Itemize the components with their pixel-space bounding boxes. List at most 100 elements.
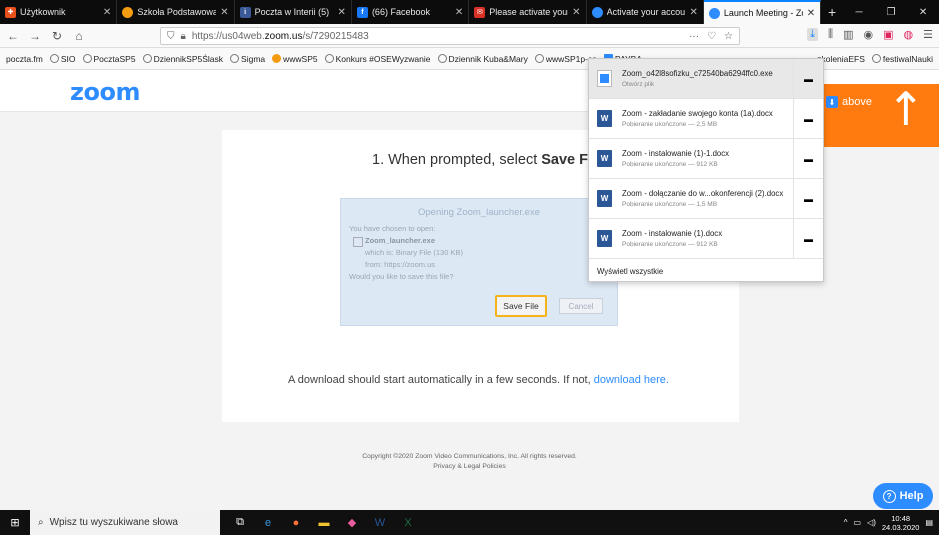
firefox-icon[interactable]: ● bbox=[282, 510, 310, 535]
menu-icon[interactable]: ☰ bbox=[923, 28, 933, 41]
network-icon[interactable]: ▭ bbox=[854, 518, 862, 527]
maximize-button[interactable]: ❐ bbox=[875, 0, 907, 24]
word-file-icon: W bbox=[597, 230, 612, 247]
clock[interactable]: 10:48 24.03.2020 bbox=[882, 514, 920, 532]
tab-bar: ✚Użytkownik✕ Szkoła Podstawowa nr 5✕ iPo… bbox=[0, 0, 939, 24]
bookmark-item[interactable]: SIO bbox=[49, 54, 76, 64]
close-tab-icon[interactable]: ✕ bbox=[220, 7, 228, 18]
zoom-icon bbox=[708, 7, 720, 19]
notification-icon[interactable]: ▤ bbox=[925, 518, 933, 527]
banner-label: ⬇ above bbox=[826, 96, 872, 108]
minimize-button[interactable]: ─ bbox=[843, 0, 875, 24]
tab-please-activate[interactable]: ✉Please activate your Zoom✕ bbox=[469, 0, 587, 24]
globe-icon bbox=[142, 54, 152, 63]
word-file-icon: W bbox=[597, 190, 612, 207]
tab-szkola[interactable]: Szkoła Podstawowa nr 5✕ bbox=[117, 0, 235, 24]
back-button[interactable]: ← bbox=[6, 29, 20, 43]
url-bar[interactable]: ⛉ 🔒︎ https://us04web.zoom.us/s/729021548… bbox=[160, 27, 740, 45]
step1-instruction: 1. When prompted, select Save File. bbox=[372, 152, 609, 168]
cancel-button: Cancel bbox=[559, 298, 603, 314]
mail-icon: ✉ bbox=[474, 6, 486, 18]
taskbar-search-input[interactable]: ⌕ Wpisz tu wyszukiwane słowa bbox=[30, 510, 220, 535]
folder-icon[interactable]: ▬ bbox=[793, 99, 823, 138]
facebook-icon: f bbox=[356, 6, 368, 18]
download-item[interactable]: W Zoom - zakładanie swojego konta (1a).d… bbox=[589, 99, 823, 139]
chevron-up-icon[interactable]: ^ bbox=[844, 518, 848, 527]
word-file-icon: W bbox=[597, 110, 612, 127]
close-tab-icon[interactable]: ✕ bbox=[338, 7, 346, 18]
favicon-icon: ✚ bbox=[5, 6, 16, 18]
file-explorer-icon[interactable]: ▬ bbox=[310, 510, 338, 535]
globe-icon bbox=[437, 54, 447, 63]
download-item[interactable]: W Zoom - dołączanie do w...okonferencji … bbox=[589, 179, 823, 219]
folder-icon[interactable]: ▬ bbox=[793, 139, 823, 178]
page-actions-button[interactable]: ··· bbox=[689, 31, 699, 42]
navigation-bar: ← → ↻ ⌂ ⛉ 🔒︎ https://us04web.zoom.us/s/7… bbox=[0, 24, 939, 48]
save-file-button: Save File bbox=[495, 295, 547, 317]
url-text: https://us04web.zoom.us/s/7290215483 bbox=[191, 30, 369, 42]
forward-button[interactable]: → bbox=[28, 29, 42, 43]
bookmark-item[interactable]: DziennikSP5Ślask bbox=[142, 54, 223, 64]
tab-launch-meeting[interactable]: Launch Meeting - Zoom✕ bbox=[703, 0, 822, 24]
download-item[interactable]: W Zoom - instalowanie (1)-1.docx Pobieran… bbox=[589, 139, 823, 179]
task-view-icon[interactable]: ⧉ bbox=[226, 510, 254, 535]
bookmark-item[interactable]: zkoleniaEFS bbox=[817, 54, 865, 64]
favicon-icon bbox=[122, 6, 134, 18]
instruction-banner: ⬇ above ↑ bbox=[819, 84, 939, 147]
home-button[interactable]: ⌂ bbox=[72, 29, 86, 43]
close-window-button[interactable]: ✕ bbox=[907, 0, 939, 24]
shield-icon[interactable]: ⛉ bbox=[167, 31, 175, 42]
zoom-icon bbox=[591, 6, 603, 18]
excel-icon[interactable]: X bbox=[394, 510, 422, 535]
system-tray: ^ ▭ ◁) 10:48 24.03.2020 ▤ bbox=[844, 514, 939, 532]
download-here-link[interactable]: download here. bbox=[594, 374, 669, 386]
folder-icon[interactable]: ▬ bbox=[793, 59, 823, 98]
close-tab-icon[interactable]: ✕ bbox=[455, 7, 463, 18]
copyright-text: Copyright ©2020 Zoom Video Communication… bbox=[362, 453, 577, 460]
library-icon[interactable]: ⫼ bbox=[828, 28, 833, 41]
close-tab-icon[interactable]: ✕ bbox=[103, 7, 111, 18]
app-icon[interactable]: ◆ bbox=[338, 510, 366, 535]
lock-icon[interactable]: 🔒︎ bbox=[181, 31, 186, 42]
edge-icon[interactable]: e bbox=[254, 510, 282, 535]
downloads-button[interactable]: ⤓ bbox=[807, 28, 819, 41]
extension-icon[interactable]: ◉ bbox=[864, 28, 874, 41]
bookmark-item[interactable]: festiwalNauki bbox=[871, 54, 933, 64]
show-all-downloads-link[interactable]: Wyświetl wszystkie bbox=[589, 259, 823, 276]
download-item[interactable]: Zoom_o42l8sofizku_c72540ba6294ffc0.exe Ot… bbox=[589, 59, 823, 99]
word-icon[interactable]: W bbox=[366, 510, 394, 535]
zoom-logo[interactable]: zoom bbox=[70, 78, 140, 106]
help-button[interactable]: ? Help bbox=[873, 483, 933, 509]
privacy-link[interactable]: Privacy & Legal Policies bbox=[0, 462, 939, 472]
bookmark-icon bbox=[324, 54, 334, 63]
close-tab-icon[interactable]: ✕ bbox=[689, 7, 697, 18]
bookmark-item[interactable]: poczta.fm bbox=[6, 54, 43, 64]
tab-activate-account[interactable]: Activate your account ✕ bbox=[587, 0, 704, 24]
extension-icon[interactable]: ◍ bbox=[904, 28, 914, 41]
folder-icon[interactable]: ▬ bbox=[793, 179, 823, 218]
close-tab-icon[interactable]: ✕ bbox=[807, 8, 815, 19]
bookmark-icon bbox=[49, 54, 59, 63]
bookmark-star-icon[interactable]: ☆ bbox=[724, 31, 733, 42]
close-tab-icon[interactable]: ✕ bbox=[572, 7, 580, 18]
tab-poczta[interactable]: i Poczta w Interii (5) ✕ bbox=[235, 0, 352, 24]
bookmark-item[interactable]: Dziennik Kuba&Mary bbox=[437, 54, 528, 64]
tab-facebook[interactable]: f (66) Facebook ✕ bbox=[352, 0, 470, 24]
globe-icon bbox=[230, 54, 240, 63]
bookmark-item[interactable]: Konkurs #OSEWyzwanie bbox=[324, 54, 431, 64]
tab-uzytkownik[interactable]: ✚ Użytkownik ✕ bbox=[0, 0, 118, 24]
search-icon: ⌕ bbox=[38, 517, 44, 528]
folder-icon[interactable]: ▬ bbox=[793, 219, 823, 258]
volume-icon[interactable]: ◁) bbox=[867, 518, 876, 527]
windows-start-icon[interactable]: ⊞ bbox=[0, 510, 30, 535]
sidebar-icon[interactable]: ▥ bbox=[843, 28, 853, 41]
reload-button[interactable]: ↻ bbox=[50, 29, 64, 43]
bookmark-item[interactable]: Sigma bbox=[230, 54, 265, 64]
extension-icon[interactable]: ▣ bbox=[883, 28, 893, 41]
new-tab-button[interactable]: + bbox=[821, 0, 843, 24]
pocket-icon[interactable]: ♡ bbox=[707, 31, 716, 42]
download-item[interactable]: W Zoom - instalowanie (1).docx Pobieranie… bbox=[589, 219, 823, 259]
bookmark-item[interactable]: PocztaSP5 bbox=[82, 54, 136, 64]
bookmark-item[interactable]: wwwSP5 bbox=[272, 54, 318, 64]
footer: Copyright ©2020 Zoom Video Communication… bbox=[0, 452, 939, 472]
